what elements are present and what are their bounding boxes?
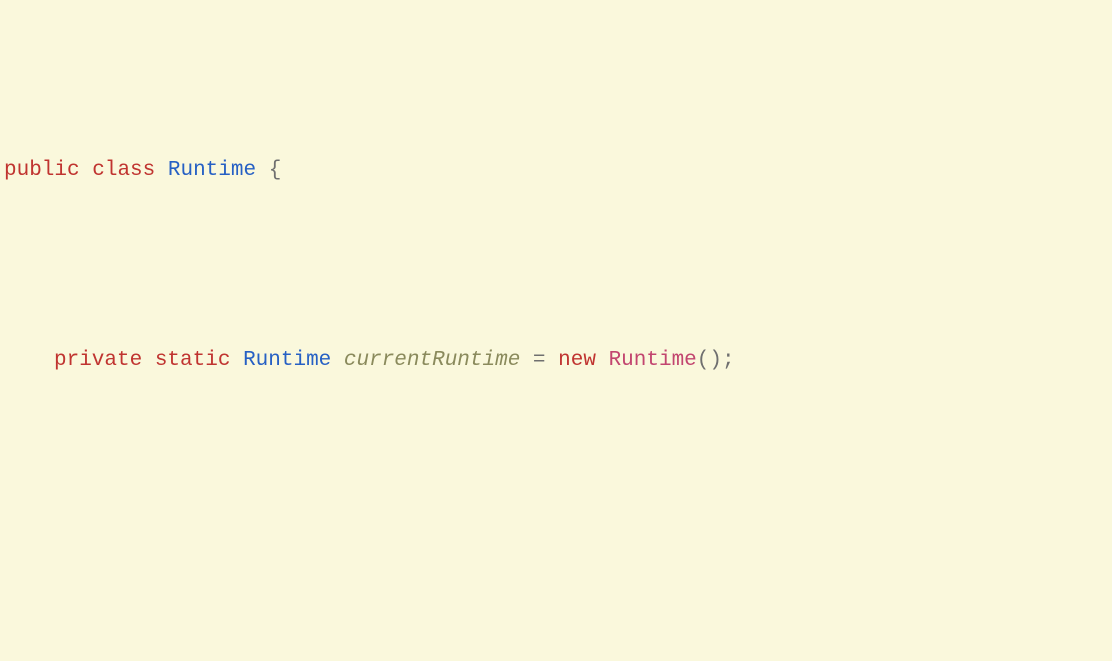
keyword-class: class (92, 159, 155, 182)
code-line: private static Runtime currentRuntime = … (0, 342, 1112, 380)
keyword-new: new (558, 349, 596, 372)
punct: (); (697, 349, 735, 372)
type-runtime: Runtime (243, 349, 331, 372)
brace-open: { (269, 159, 282, 182)
code-line: public class Runtime { (0, 152, 1112, 190)
keyword-public: public (4, 159, 80, 182)
var-currentRuntime: currentRuntime (344, 349, 520, 372)
keyword-static: static (155, 349, 231, 372)
operator-eq: = (520, 349, 558, 372)
keyword-private: private (54, 349, 142, 372)
code-editor[interactable]: public class Runtime { private static Ru… (0, 0, 1112, 661)
ctor-runtime: Runtime (609, 349, 697, 372)
type-runtime: Runtime (168, 159, 256, 182)
code-line-blank (0, 532, 1112, 570)
